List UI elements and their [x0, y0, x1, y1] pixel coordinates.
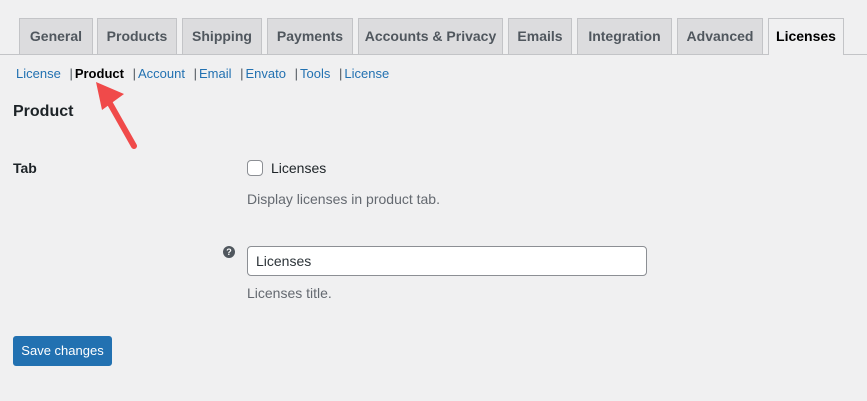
subnav-separator: |: [69, 66, 73, 81]
subnav-license[interactable]: License: [16, 66, 61, 81]
subnav-separator: |: [294, 66, 298, 81]
tab-integration[interactable]: Integration: [577, 18, 672, 54]
subnav-tools[interactable]: Tools: [300, 66, 330, 81]
subnav-license-2[interactable]: License: [344, 66, 389, 81]
subsection-nav: License | Product | Account | Email | Envato…: [16, 66, 389, 82]
title-setting-description: Licenses title.: [247, 285, 332, 301]
tab-products[interactable]: Products: [97, 18, 177, 54]
subnav-envato[interactable]: Envato: [246, 66, 286, 81]
tab-emails[interactable]: Emails: [508, 18, 572, 54]
licenses-checkbox[interactable]: [247, 160, 263, 176]
licenses-checkbox-label[interactable]: Licenses: [271, 160, 326, 176]
section-title: Product: [13, 103, 74, 120]
tabs-divider: [0, 54, 867, 55]
tab-shipping[interactable]: Shipping: [182, 18, 262, 54]
subnav-separator: |: [240, 66, 244, 81]
tab-advanced[interactable]: Advanced: [677, 18, 763, 54]
tab-general[interactable]: General: [19, 18, 93, 54]
red-arrow-icon: [96, 82, 137, 149]
tab-setting-description: Display licenses in product tab.: [247, 191, 440, 207]
tab-accounts-privacy[interactable]: Accounts & Privacy: [358, 18, 503, 54]
save-changes-button[interactable]: Save changes: [13, 336, 112, 366]
subnav-email[interactable]: Email: [199, 66, 232, 81]
tab-setting-label: Tab: [13, 160, 37, 176]
tab-payments[interactable]: Payments: [267, 18, 353, 54]
subnav-separator: |: [338, 66, 343, 81]
subnav-separator: |: [193, 66, 197, 81]
tab-licenses[interactable]: Licenses: [768, 18, 844, 55]
question-circle-icon[interactable]: ?: [223, 246, 235, 258]
settings-tabs: General Products Shipping Payments Accou…: [0, 0, 867, 55]
licenses-title-input[interactable]: [247, 246, 647, 276]
